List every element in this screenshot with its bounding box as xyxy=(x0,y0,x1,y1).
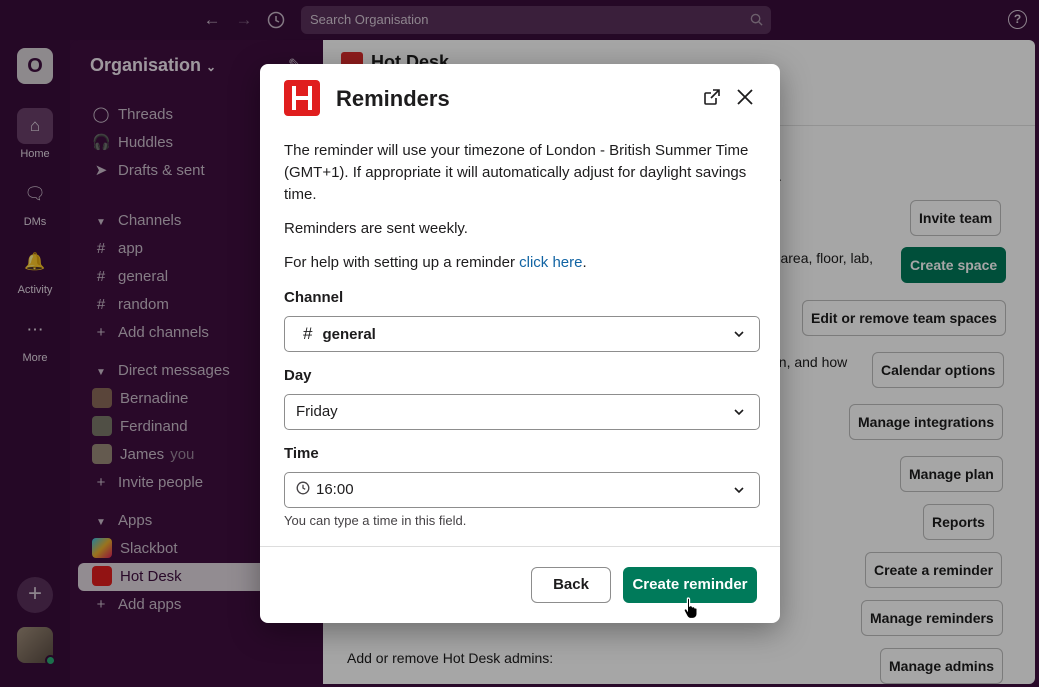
channel-select[interactable]: # general xyxy=(284,316,760,352)
hot-desk-logo-icon xyxy=(284,80,320,116)
click-here-link[interactable]: click here xyxy=(519,254,582,271)
modal-footer-divider xyxy=(260,546,780,547)
close-icon[interactable] xyxy=(736,88,754,106)
time-hint: You can type a time in this field. xyxy=(284,513,467,528)
day-value: Friday xyxy=(296,403,338,420)
day-select[interactable]: Friday xyxy=(284,394,760,430)
timezone-note: The reminder will use your timezone of L… xyxy=(284,142,749,203)
chevron-down-icon xyxy=(734,487,744,494)
back-button[interactable]: Back xyxy=(531,567,611,603)
reminders-modal: Reminders The reminder will use your tim… xyxy=(260,64,780,623)
day-label: Day xyxy=(284,367,312,384)
hand-cursor-icon xyxy=(683,597,698,620)
clock-icon xyxy=(296,481,310,495)
channel-label: Channel xyxy=(284,289,344,306)
time-label: Time xyxy=(284,445,319,462)
hash-icon: # xyxy=(303,324,313,343)
modal-title: Reminders xyxy=(336,86,450,111)
chevron-down-icon xyxy=(734,331,744,338)
channel-value: general xyxy=(322,326,376,343)
help-text: For help with setting up a reminder clic… xyxy=(284,254,587,271)
time-select[interactable]: 16:00 xyxy=(284,472,760,508)
external-link-icon[interactable] xyxy=(703,88,721,106)
chevron-down-icon xyxy=(734,409,744,416)
time-value: 16:00 xyxy=(316,481,354,498)
weekly-note: Reminders are sent weekly. xyxy=(284,220,468,237)
